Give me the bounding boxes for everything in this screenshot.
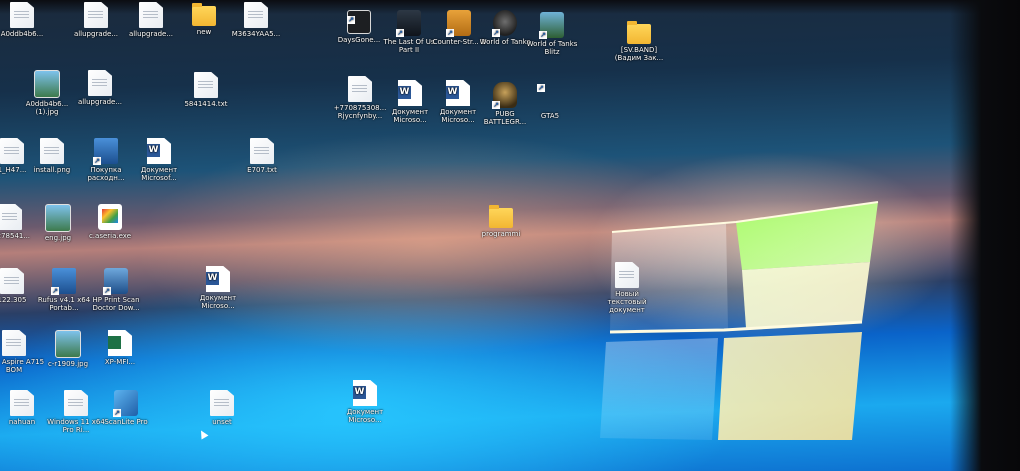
desktop-icon-label: Документ Microsof... (140, 166, 178, 182)
img-icon (34, 70, 60, 98)
doc-icon (84, 2, 108, 28)
desktop-icon-label: programmi (481, 230, 521, 238)
desktop-icon-new_txt[interactable]: Новый текстовый документ (595, 262, 659, 314)
dg-icon (347, 10, 371, 34)
desktop-icon-label: Новый текстовый документ (607, 290, 647, 314)
desktop-icon-label: A0ddb4b6... (0, 30, 44, 38)
desktop-icon-uniset[interactable]: unset (190, 390, 254, 426)
desktop-icon-label: unset (212, 418, 232, 426)
word-icon (446, 80, 470, 106)
desktop-icon-label: E707.txt (247, 166, 277, 174)
scan-icon (113, 390, 138, 417)
doc-icon (348, 76, 372, 102)
doc-icon (64, 390, 88, 416)
desktop-icon-label: ScanLite Pro (104, 418, 148, 426)
gta-icon (537, 84, 562, 110)
cs-icon (446, 10, 471, 37)
wotb-icon (539, 12, 564, 39)
desktop-icon-label: XP-MFI... (104, 358, 136, 366)
desktop-icon-a0ddb[interactable]: A0ddb4b6... (0, 2, 54, 38)
img-icon (55, 330, 81, 358)
desktop-icon-label: 5841414.txt (184, 100, 228, 108)
desktop-icon-allupgrade3[interactable]: allupgrade... (68, 70, 132, 106)
doc-icon (10, 2, 34, 28)
desktop-icon-label: World of Tanks Blitz (526, 40, 578, 56)
desktop-icon-label: Документ Microso... (346, 408, 384, 424)
desktop-icon-m3634[interactable]: M3634YAA5... (224, 2, 288, 38)
doc-icon (0, 268, 24, 294)
desktop-icon-doc3[interactable]: Документ Microsof... (127, 138, 191, 182)
desktop-icon-casen[interactable]: c.aseria.exe (78, 204, 142, 240)
word-icon (398, 80, 422, 106)
tool-icon (93, 138, 118, 165)
desktop-icon-label: [SV.BAND] (Вадим Зак... (614, 46, 664, 62)
doc-icon (139, 2, 163, 28)
doc-icon (0, 204, 22, 230)
desktop-icon-label: GTA5 (540, 112, 560, 120)
doc-icon (194, 72, 218, 98)
doc-icon (615, 262, 639, 288)
word-icon (353, 380, 377, 406)
monitor-bezel-right (950, 0, 1020, 471)
wot-icon (492, 10, 517, 37)
desktop-icon-programs[interactable]: programmi (469, 204, 533, 238)
desktop-icon-e707[interactable]: E707.txt (230, 138, 294, 174)
desktop-icon-label: Документ Microso... (199, 294, 237, 310)
doc-icon (10, 390, 34, 416)
paint-icon (98, 204, 122, 230)
doc-icon (210, 390, 234, 416)
doc-icon (244, 2, 268, 28)
doc-icon (88, 70, 112, 96)
desktop-icon-xp[interactable]: XP-MFI... (88, 330, 152, 366)
folder-icon (489, 205, 513, 228)
hp-icon (103, 268, 128, 295)
word-icon (147, 138, 171, 164)
doc-icon (250, 138, 274, 164)
desktop-icon-label: M3634YAA5... (231, 30, 281, 38)
desktop-icon-scanlite[interactable]: ScanLite Pro (94, 390, 158, 426)
desktop-icon-doc4[interactable]: Документ Microso... (186, 266, 250, 310)
tool-icon (51, 268, 76, 295)
desktop-icon-label: c.aseria.exe (88, 232, 132, 240)
folder-icon (627, 21, 651, 44)
tlou-icon (396, 10, 421, 37)
desktop-icon-wotb[interactable]: World of Tanks Blitz (520, 12, 584, 56)
doc-icon (2, 330, 26, 356)
desktop-icon-hp[interactable]: HP Print Scan Doctor Dow... (84, 268, 148, 312)
desktop-icon-label: HP Print Scan Doctor Dow... (92, 296, 140, 312)
doc-icon (40, 138, 64, 164)
pubg-icon (492, 82, 517, 109)
word-icon (206, 266, 230, 292)
desktop-icon-doc5[interactable]: Документ Microso... (333, 380, 397, 424)
desktop-icon-label: allupgrade... (77, 98, 123, 106)
desktop-icon-gta5[interactable]: GTA5 (518, 84, 582, 120)
desktop-icon-svband[interactable]: [SV.BAND] (Вадим Зак... (607, 20, 671, 62)
desktop-icon-txt5841[interactable]: 5841414.txt (174, 72, 238, 108)
excel-icon (108, 330, 132, 356)
img-icon (45, 204, 71, 232)
folder-icon (192, 3, 216, 26)
